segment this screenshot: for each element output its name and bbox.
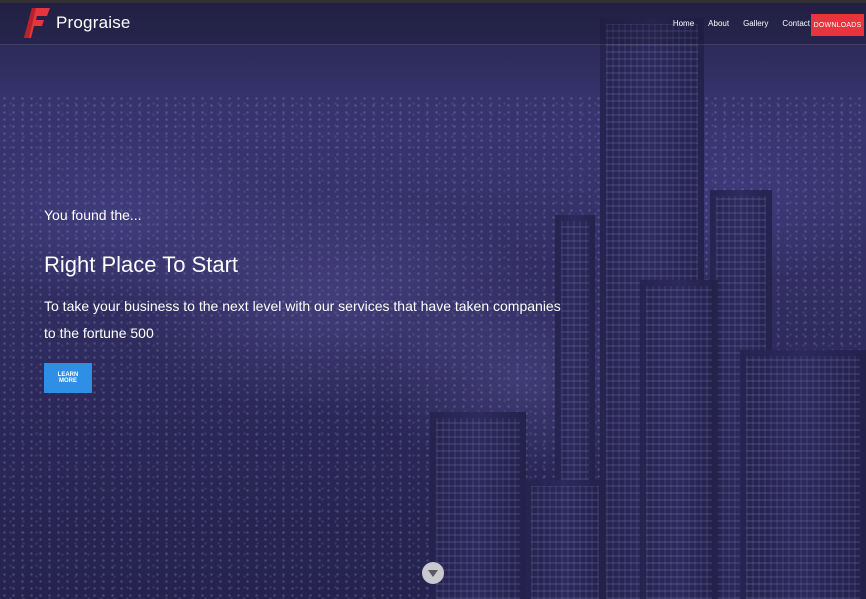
logo-icon	[24, 8, 50, 38]
hero-description: To take your business to the next level …	[44, 298, 561, 341]
navbar: Prograise Home About Gallery Contact DOW…	[0, 0, 866, 45]
hero-kicker: You found the...	[44, 207, 142, 223]
hero-title: Right Place To Start	[44, 252, 239, 277]
scroll-down-button[interactable]	[422, 562, 444, 584]
learn-more-button[interactable]: LEARN MORE	[44, 363, 92, 393]
chevron-down-icon	[428, 564, 438, 582]
brand-name: Prograise	[56, 13, 131, 32]
downloads-button[interactable]: DOWNLOADS	[811, 14, 864, 36]
brand-link[interactable]: Prograise	[24, 8, 131, 38]
page: Prograise Home About Gallery Contact DOW…	[0, 0, 866, 599]
nav-gallery[interactable]: Gallery	[743, 19, 768, 28]
main-nav: Home About Gallery Contact	[659, 19, 810, 28]
hero-section: You found the... Right Place To Start To…	[44, 205, 584, 393]
nav-about[interactable]: About	[708, 19, 729, 28]
nav-contact[interactable]: Contact	[782, 19, 810, 28]
nav-home[interactable]: Home	[673, 19, 694, 28]
